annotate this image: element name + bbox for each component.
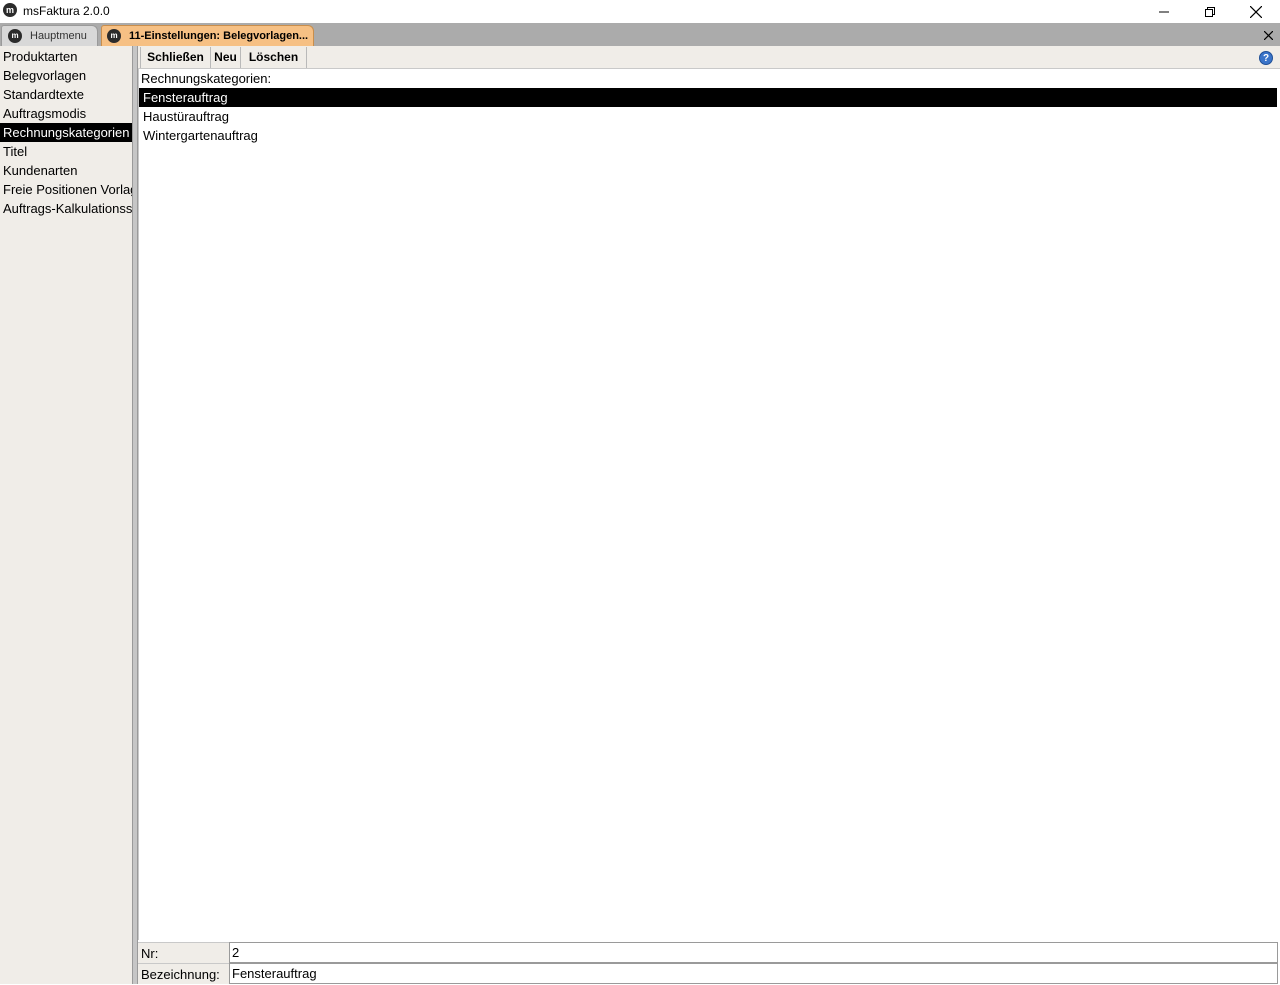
main-panel: Schließen Neu Löschen ? Rechnungskategor… — [138, 46, 1280, 984]
sidebar-item-auftragsmodis[interactable]: Auftragsmodis — [0, 104, 132, 123]
bezeichnung-row: Bezeichnung: Fensterauftrag — [138, 963, 1280, 984]
sidebar-item-freie-positionen[interactable]: Freie Positionen Vorlagen — [0, 180, 132, 199]
new-button[interactable]: Neu — [211, 47, 241, 68]
tab-label: Hauptmenu — [30, 30, 87, 42]
close-window-button[interactable] — [1233, 0, 1279, 23]
nr-label: Nr: — [138, 942, 229, 963]
list-item[interactable]: Haustürauftrag — [139, 107, 1277, 126]
toolbar: Schließen Neu Löschen ? — [138, 46, 1280, 69]
list-heading: Rechnungskategorien: — [141, 71, 272, 86]
title-bar: m msFaktura 2.0.0 — [0, 0, 1280, 23]
sidebar-item-produktarten[interactable]: Produktarten — [0, 47, 132, 66]
list-item[interactable]: Wintergartenauftrag — [139, 126, 1277, 145]
tab-hauptmenu[interactable]: m Hauptmenu — [1, 25, 98, 46]
nr-field[interactable]: 2 — [229, 942, 1278, 963]
restore-icon — [1205, 6, 1215, 17]
sidebar-item-titel[interactable]: Titel — [0, 142, 132, 161]
minimize-button[interactable] — [1141, 0, 1187, 23]
m-logo-icon: m — [8, 29, 22, 43]
m-logo-icon: m — [107, 29, 121, 43]
close-tab-button[interactable] — [1260, 27, 1276, 43]
close-icon — [1263, 30, 1273, 40]
sidebar-item-auftrags-kalkulation[interactable]: Auftrags-Kalkulationsschema — [0, 199, 132, 218]
app-logo-icon: m — [3, 3, 17, 17]
sidebar-item-standardtexte[interactable]: Standardtexte — [0, 85, 132, 104]
help-icon[interactable]: ? — [1259, 51, 1273, 65]
close-icon — [1250, 5, 1262, 18]
bezeichnung-field[interactable]: Fensterauftrag — [229, 963, 1278, 984]
window-title: msFaktura 2.0.0 — [23, 4, 110, 18]
minimize-icon — [1159, 11, 1169, 12]
tab-label: 11-Einstellungen: Belegvorlagen... — [129, 30, 309, 42]
sidebar-item-rechnungskategorien[interactable]: Rechnungskategorien — [0, 123, 132, 142]
settings-sidebar: Produktarten Belegvorlagen Standardtexte… — [0, 46, 132, 984]
bezeichnung-label: Bezeichnung: — [138, 963, 229, 984]
detail-form: Nr: 2 Bezeichnung: Fensterauftrag — [138, 940, 1280, 984]
sidebar-item-belegvorlagen[interactable]: Belegvorlagen — [0, 66, 132, 85]
tab-bar: m Hauptmenu m 11-Einstellungen: Belegvor… — [0, 23, 1280, 46]
list-item[interactable]: Fensterauftrag — [139, 88, 1277, 107]
tab-einstellungen[interactable]: m 11-Einstellungen: Belegvorlagen... — [101, 25, 314, 46]
category-list[interactable]: Fensterauftrag Haustürauftrag Wintergart… — [139, 88, 1277, 940]
sidebar-item-kundenarten[interactable]: Kundenarten — [0, 161, 132, 180]
delete-button[interactable]: Löschen — [241, 47, 307, 68]
restore-button[interactable] — [1187, 0, 1233, 23]
nr-row: Nr: 2 — [138, 942, 1280, 963]
close-button[interactable]: Schließen — [140, 47, 211, 68]
